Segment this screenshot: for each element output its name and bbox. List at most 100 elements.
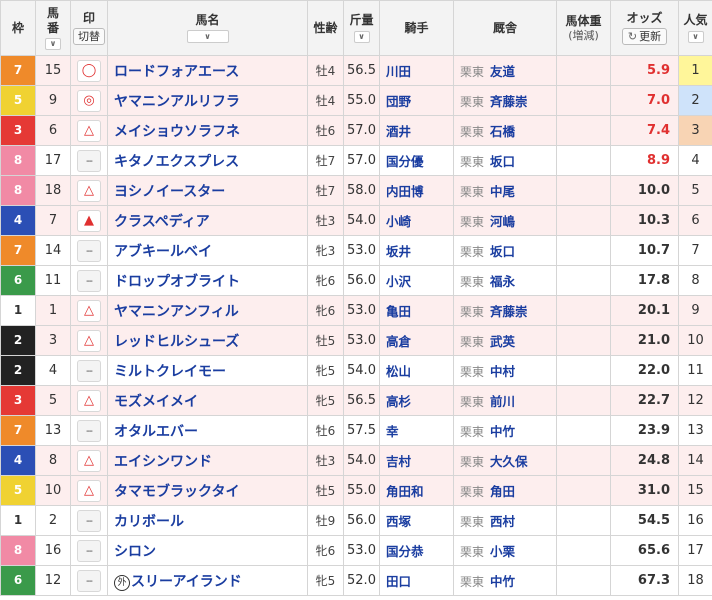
horse-name-link[interactable]: メイショウソラフネ: [114, 124, 240, 140]
waku-number: 8: [1, 536, 35, 565]
mark-button[interactable]: △: [77, 329, 101, 352]
jockey-link[interactable]: 吉村: [386, 454, 411, 469]
jockey-link[interactable]: 高倉: [386, 334, 411, 349]
trainer-link[interactable]: 中村: [490, 364, 515, 379]
jockey-link[interactable]: 西塚: [386, 514, 411, 529]
sort-chevron-icon[interactable]: ∨: [687, 30, 704, 43]
mark-button[interactable]: --: [77, 149, 101, 172]
horse-name-link[interactable]: ヤマニンアンフィル: [114, 304, 239, 320]
jockey-link[interactable]: 幸: [386, 424, 399, 439]
mark-button[interactable]: ▲: [77, 209, 101, 232]
odds-update-button[interactable]: ↻ 更新: [621, 28, 668, 46]
mark-button[interactable]: --: [77, 509, 101, 532]
trainer-link[interactable]: 中尾: [490, 184, 515, 199]
mark-button[interactable]: △: [77, 479, 101, 502]
sort-chevron-icon[interactable]: ∨: [353, 30, 370, 43]
mark-button[interactable]: --: [77, 359, 101, 382]
mark-button[interactable]: △: [77, 299, 101, 322]
mark-button[interactable]: △: [77, 179, 101, 202]
horse-name-link[interactable]: クラスペディア: [114, 214, 210, 230]
jockey-link[interactable]: 団野: [386, 94, 411, 109]
mark-button[interactable]: --: [77, 239, 101, 262]
trainer-link[interactable]: 中竹: [490, 574, 515, 589]
horse-name-link[interactable]: ドロップオブライト: [114, 274, 240, 290]
mark-button[interactable]: △: [77, 449, 101, 472]
horse-name-link[interactable]: アブキールベイ: [114, 244, 212, 260]
trainer-link[interactable]: 河嶋: [490, 214, 515, 229]
mark-button[interactable]: △: [77, 119, 101, 142]
mark-button[interactable]: ◯: [77, 59, 101, 82]
jockey-link[interactable]: 田口: [386, 574, 411, 589]
mark-button[interactable]: --: [77, 269, 101, 292]
mark-button[interactable]: --: [77, 419, 101, 442]
horse-name-link[interactable]: レッドヒルシューズ: [114, 334, 239, 350]
popularity-cell: 8: [678, 265, 712, 296]
jockey-link[interactable]: 坂井: [386, 244, 411, 259]
mark-button[interactable]: △: [77, 389, 101, 412]
header-waku-label: 枠: [11, 20, 24, 35]
jockey-link[interactable]: 小崎: [386, 214, 411, 229]
horse-name-link[interactable]: ミルトクレイモー: [114, 364, 226, 380]
jockey-link[interactable]: 川田: [386, 64, 411, 79]
popularity-cell: 5: [678, 175, 712, 206]
horse-name-link[interactable]: ヤマニンアルリフラ: [114, 94, 240, 110]
popularity-cell: 10: [678, 325, 712, 356]
trainer-link[interactable]: 斉藤崇: [490, 304, 528, 319]
odds-cell: 21.0: [610, 325, 679, 356]
header-horse[interactable]: 馬名 ∨: [107, 0, 308, 56]
mark-cell: ▲: [70, 205, 108, 236]
trainer-link[interactable]: 小栗: [490, 544, 515, 559]
trainer-link[interactable]: 坂口: [490, 154, 515, 169]
horse-name-link[interactable]: ヨシノイースター: [114, 184, 225, 200]
jockey-link[interactable]: 酒井: [386, 124, 411, 139]
trainer-link[interactable]: 石橋: [490, 124, 515, 139]
mark-button[interactable]: --: [77, 569, 101, 592]
mark-toggle-button[interactable]: 切替: [73, 27, 105, 45]
waku-number: 6: [1, 566, 35, 595]
horse-name-link[interactable]: タマモブラックタイ: [114, 484, 239, 500]
horse-name-link[interactable]: カリボール: [114, 514, 184, 530]
sort-chevron-icon[interactable]: ∨: [186, 29, 229, 43]
horse-name-link[interactable]: キタノエクスプレス: [114, 154, 239, 170]
trainer-link[interactable]: 大久保: [490, 454, 528, 469]
jockey-link[interactable]: 国分恭: [386, 544, 424, 559]
horse-name-link[interactable]: オタルエバー: [114, 424, 198, 440]
horse-name-link[interactable]: ロードフォアエース: [114, 64, 239, 80]
header-pop[interactable]: 人気 ∨: [678, 0, 712, 56]
mark-cell: △: [70, 175, 108, 206]
trainer-link[interactable]: 角田: [490, 484, 515, 499]
sort-chevron-icon[interactable]: ∨: [45, 37, 61, 50]
jockey-link[interactable]: 内田博: [386, 184, 424, 199]
header-sexage[interactable]: 性齢: [307, 0, 344, 56]
jockey-link[interactable]: 亀田: [386, 304, 411, 319]
header-kinryo[interactable]: 斤量 ∨: [343, 0, 380, 56]
horse-name-link[interactable]: エイシンワンド: [114, 454, 212, 470]
weight-cell: [556, 325, 611, 356]
header-umaban[interactable]: 馬 番 ∨: [35, 0, 71, 56]
jockey-link[interactable]: 高杉: [386, 394, 411, 409]
jockey-link[interactable]: 国分優: [386, 154, 424, 169]
popularity-cell: 2: [678, 85, 712, 116]
horse-name-link[interactable]: スリーアイランド: [131, 574, 242, 590]
mark-button[interactable]: ◎: [77, 89, 101, 112]
horse-name-link[interactable]: モズメイメイ: [114, 394, 198, 410]
odds-cell: 7.4: [610, 115, 679, 146]
trainer-cell: 栗東 河嶋: [453, 205, 557, 236]
trainer-link[interactable]: 友道: [490, 64, 515, 79]
trainer-link[interactable]: 中竹: [490, 424, 515, 439]
trainer-link[interactable]: 前川: [490, 394, 515, 409]
trainer-link[interactable]: 斉藤崇: [490, 94, 528, 109]
mark-button[interactable]: --: [77, 539, 101, 562]
odds-cell: 8.9: [610, 145, 679, 176]
horse-cell: エイシンワンド: [107, 445, 308, 476]
waku-cell: 4: [0, 445, 36, 476]
jockey-link[interactable]: 松山: [386, 364, 411, 379]
jockey-link[interactable]: 角田和: [386, 484, 424, 499]
header-waku[interactable]: 枠: [0, 0, 36, 56]
trainer-link[interactable]: 坂口: [490, 244, 515, 259]
jockey-link[interactable]: 小沢: [386, 274, 411, 289]
trainer-link[interactable]: 武英: [490, 334, 515, 349]
horse-name-link[interactable]: シロン: [114, 544, 156, 560]
trainer-link[interactable]: 西村: [490, 514, 515, 529]
trainer-link[interactable]: 福永: [490, 274, 515, 289]
